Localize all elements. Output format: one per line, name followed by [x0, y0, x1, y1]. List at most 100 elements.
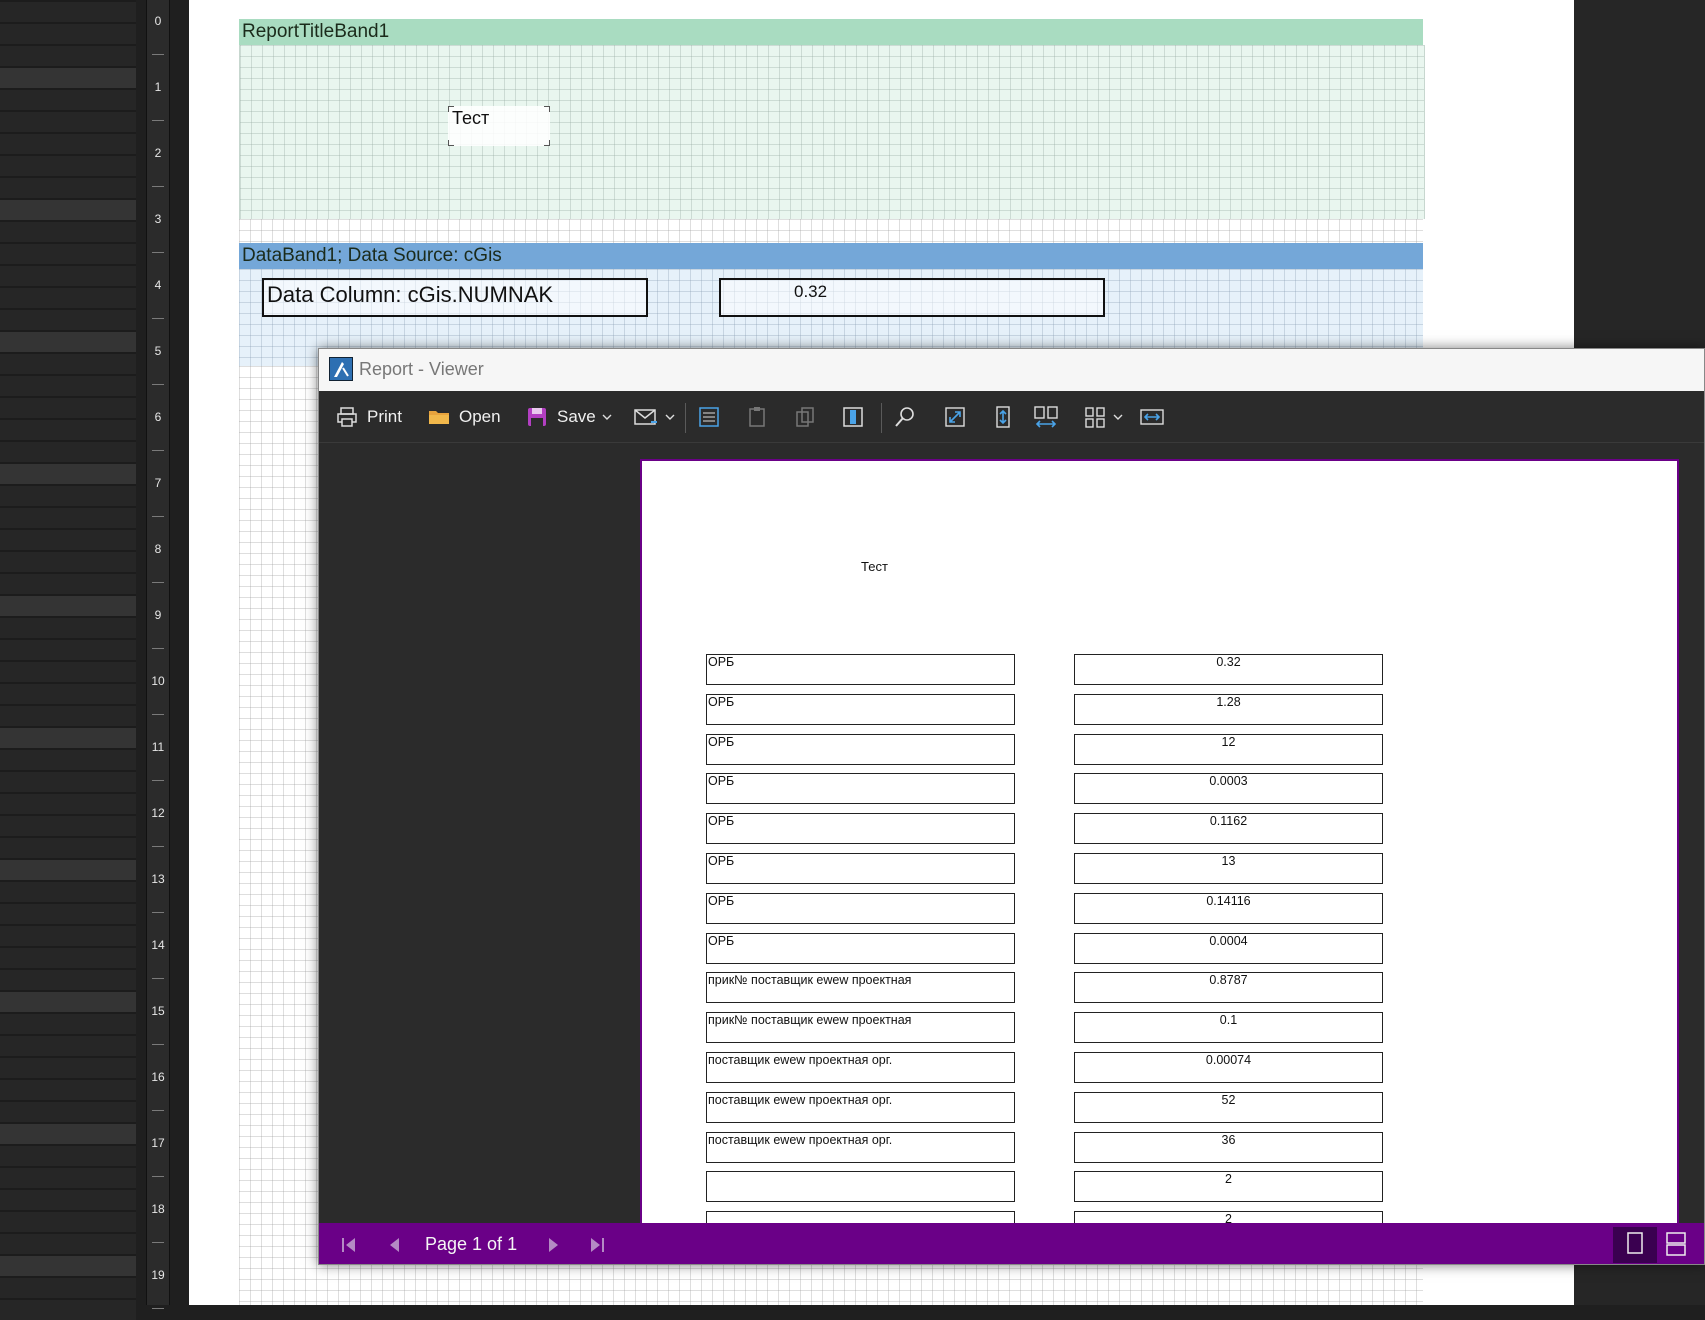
ruler-number: 16 [151, 1070, 165, 1084]
panel-row [0, 266, 136, 286]
ruler-number: 12 [151, 806, 165, 820]
ruler-number: 15 [151, 1004, 165, 1018]
print-button[interactable]: Print [335, 401, 402, 433]
panel-row [0, 816, 136, 836]
last-page-button[interactable] [587, 1235, 607, 1260]
report-viewer-window[interactable]: Report - Viewer Print Open Save Тест ОРБ… [318, 348, 1705, 1265]
ruler-tick [152, 516, 164, 517]
value-box[interactable]: 0.32 [719, 278, 1105, 317]
panel-row [0, 244, 136, 264]
full-screen-button[interactable] [943, 401, 967, 433]
panel-row [0, 750, 136, 770]
mail-icon [633, 406, 659, 428]
report-value-cell: 2 [1074, 1171, 1383, 1203]
page-width-button[interactable] [1033, 401, 1059, 433]
report-value-cell: 52 [1074, 1091, 1383, 1123]
first-page-icon [339, 1238, 359, 1259]
panel-row [0, 838, 136, 858]
bookmarks-button[interactable] [697, 401, 721, 433]
send-email-button[interactable] [633, 401, 675, 433]
ruler-number: 7 [154, 476, 162, 490]
data-column-box[interactable]: Data Column: cGis.NUMNAK [262, 278, 648, 317]
report-title-band-body[interactable]: Тест [239, 45, 1425, 219]
data-band-header[interactable]: DataBand1; Data Source: cGis [239, 243, 1423, 269]
panel-row [0, 420, 136, 440]
report-value-cell: 1.28 [1074, 693, 1383, 725]
ruler-number: 5 [154, 344, 162, 358]
report-value-cell: 13 [1074, 853, 1383, 884]
open-button[interactable]: Open [427, 401, 501, 433]
continuous-view-button[interactable] [1665, 1231, 1687, 1262]
thumbnails-button[interactable] [793, 401, 817, 433]
panel-row [0, 948, 136, 968]
ruler-tick [152, 1176, 164, 1177]
ruler-number: 8 [154, 542, 162, 556]
left-panel [0, 0, 136, 1320]
expand-icon [943, 405, 967, 429]
panel-row [0, 860, 136, 880]
parameters-button[interactable] [745, 401, 769, 433]
report-name-cell: поставщик ewew проектная орг. [706, 1052, 1015, 1083]
report-name-cell: ОРБ [706, 693, 1015, 725]
band-gap [239, 219, 1423, 243]
single-page-view-button[interactable] [1613, 1227, 1657, 1263]
panel-row [0, 178, 136, 198]
ruler-tick [152, 846, 164, 847]
editor-button[interactable] [841, 401, 865, 433]
panel-row [0, 552, 136, 572]
viewer-title-bar[interactable]: Report - Viewer [319, 349, 1704, 391]
first-page-button[interactable] [339, 1235, 359, 1260]
chevron-down-icon [1113, 412, 1123, 422]
save-icon [525, 405, 549, 429]
panel-row [0, 68, 136, 88]
panel-row [0, 1102, 136, 1122]
last-page-icon [587, 1238, 607, 1259]
page-indicator: Page 1 of 1 [425, 1234, 518, 1254]
panel-row [0, 772, 136, 792]
ruler-number: 17 [151, 1136, 165, 1150]
continuous-pages-icon [1665, 1232, 1687, 1261]
panel-row [0, 376, 136, 396]
previous-page-button[interactable] [385, 1235, 405, 1260]
value-box-text: 0.32 [794, 282, 828, 301]
report-name-cell [706, 1171, 1015, 1203]
title-textbox-text: Тест [452, 108, 490, 128]
ruler-number: 10 [151, 674, 165, 688]
panel-row [0, 728, 136, 748]
report-name-cell: ОРБ [706, 654, 1015, 685]
ruler-tick [152, 1308, 164, 1309]
ruler-number: 6 [154, 410, 162, 424]
report-name-cell: ОРБ [706, 932, 1015, 964]
page-height-button[interactable] [991, 401, 1015, 433]
panel-row [0, 24, 136, 44]
chevron-down-icon [602, 412, 612, 422]
report-name-cell: ОРБ [706, 853, 1015, 884]
panel-row [0, 1146, 136, 1166]
report-value-cell: 36 [1074, 1131, 1383, 1163]
panel-row [0, 1014, 136, 1034]
panel-row [0, 1212, 136, 1232]
panel-row [0, 574, 136, 594]
zoom-width-button[interactable] [1139, 401, 1165, 433]
bookmarks-icon [697, 405, 721, 429]
print-icon [335, 405, 359, 429]
panel-row [0, 222, 136, 242]
multiple-pages-button[interactable] [1083, 401, 1123, 433]
title-textbox[interactable]: Тест [448, 106, 550, 146]
panel-row [0, 1234, 136, 1254]
selection-corner [544, 106, 550, 112]
ruler-number: 1 [154, 80, 162, 94]
data-band-label: DataBand1; Data Source: cGis [242, 245, 502, 266]
ruler-tick [152, 384, 164, 385]
report-name-cell: ОРБ [706, 813, 1015, 845]
report-title-band-header[interactable]: ReportTitleBand1 [239, 19, 1423, 45]
vertical-ruler: 0 1 2 3 4 5 6 7 8 9 10 11 12 13 14 15 16 17 18 19 [146, 0, 170, 1309]
next-page-button[interactable] [543, 1235, 563, 1260]
pages-icon [793, 405, 817, 429]
clipboard-icon [745, 405, 769, 429]
save-button[interactable]: Save [525, 401, 612, 433]
find-button[interactable] [893, 401, 917, 433]
panel-row [0, 310, 136, 330]
panel-row [0, 618, 136, 638]
fit-width-icon [1139, 405, 1165, 429]
